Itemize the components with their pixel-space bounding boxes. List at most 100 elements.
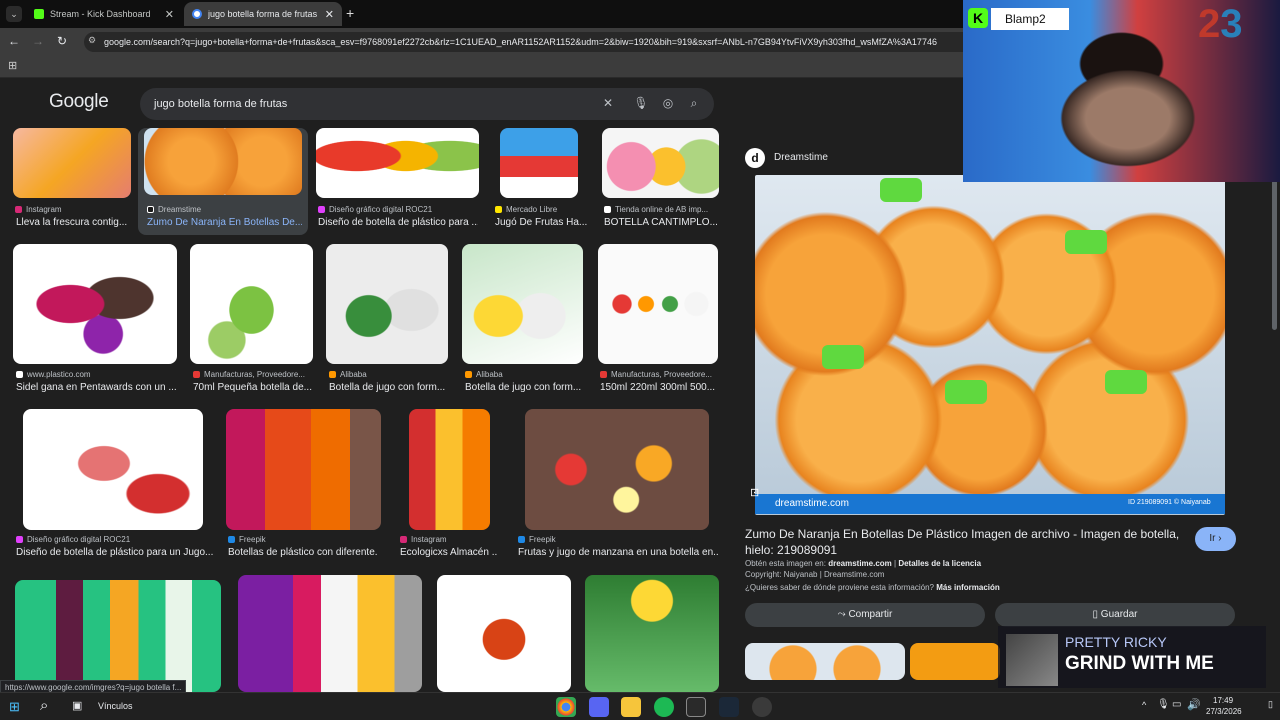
windows-taskbar: ⊞ ⌕ ▣ Vínculos ^ 🎙 ▭ 🔊 17:49 27/3/2026 ▯ [0,692,1280,720]
search-icon[interactable]: ⌕ [686,96,702,111]
result-image[interactable] [144,128,302,195]
url-field[interactable]: google.com/search?q=jugo+botella+forma+d… [84,32,984,52]
result-image[interactable] [602,128,719,198]
dreamstime-favicon-icon: d [745,148,765,168]
share-button[interactable]: ⤳ Compartir [745,603,985,627]
back-icon[interactable]: ← [8,34,20,48]
panel-scrollbar[interactable] [1272,180,1277,330]
close-tab-icon[interactable]: ✕ [325,8,334,21]
result-image[interactable] [437,575,571,692]
taskbar-date[interactable]: 27/3/2026 [1206,707,1242,716]
related-image[interactable] [745,643,905,680]
watermark-text: dreamstime.com [775,498,849,509]
voice-search-icon[interactable]: 🎙 [633,96,649,110]
related-image[interactable] [910,643,1000,680]
lens-search-icon[interactable]: ◎ [660,96,676,110]
result-title[interactable]: Jugó De Frutas Ha... [495,217,590,228]
tab-search-icon[interactable]: ⌄ [6,6,22,22]
save-button[interactable]: ▯ Guardar [995,603,1235,627]
found-prefix: Obtén esta imagen en: [745,559,826,568]
streamer-name: Blamp2 [1005,12,1046,26]
steam-icon[interactable] [719,697,739,717]
reload-icon[interactable]: ↻ [57,34,67,48]
result-image[interactable] [598,244,718,364]
result-image[interactable] [238,575,422,692]
result-image[interactable] [525,409,709,530]
result-image[interactable] [326,244,448,364]
google-logo[interactable]: Google [49,91,109,113]
result-title[interactable]: Botella de jugo con form... [329,382,449,393]
search-icon[interactable]: ⌕ [40,697,48,714]
preview-title[interactable]: Zumo De Naranja En Botellas De Plástico … [745,526,1185,558]
lens-icon[interactable]: ⊡ [750,486,759,499]
result-title[interactable]: Botella de jugo con form... [465,382,585,393]
result-image[interactable] [190,244,313,364]
song-artist: PRETTY RICKY [1065,634,1167,650]
result-image[interactable] [13,128,131,198]
copyright-text: Copyright: Naiyanab | Dreamstime.com [745,570,885,579]
close-tab-icon[interactable]: ✕ [165,8,174,21]
result-title[interactable]: Botellas de plástico con diferente... [228,547,378,558]
result-title[interactable]: Ecologicxs Almacén ... [400,547,498,558]
apps-grid-icon[interactable]: ⊞ [8,59,17,72]
tab-google-search[interactable]: jugo botella forma de frutas - B ✕ [184,2,342,26]
more-info-line: ¿Quieres saber de dónde proviene esta in… [745,583,1000,592]
taskbar-time[interactable]: 17:49 [1213,696,1233,705]
source-question: ¿Quieres saber de dónde proviene esta in… [745,583,934,592]
result-image[interactable] [462,244,583,364]
result-title[interactable]: Lleva la frescura contig... [16,217,134,228]
song-title: GRIND WITH ME [1065,653,1214,674]
tab-kick-dashboard[interactable]: Stream - Kick Dashboard ✕ [26,2,182,26]
bottle-cap [945,380,987,404]
license-link[interactable]: Detalles de la licencia [898,559,981,568]
result-image[interactable] [226,409,381,530]
result-title[interactable]: Diseño de botella de plástico para ... [318,217,478,228]
result-image[interactable] [316,128,479,198]
network-icon[interactable]: ▭ [1172,699,1181,710]
clear-search-icon[interactable]: ✕ [600,96,616,110]
kick-logo-icon: K [968,8,988,28]
volume-icon[interactable]: 🔊 [1187,698,1201,711]
result-image[interactable] [409,409,490,530]
spotify-icon[interactable] [654,697,674,717]
result-source: Tienda online de AB imp... [604,205,719,214]
microphone-icon[interactable]: 🎙 [1157,699,1170,710]
windows-start-icon[interactable]: ⊞ [9,699,20,715]
result-title[interactable]: Zumo De Naranja En Botellas De... [147,217,302,228]
result-title[interactable]: 150ml 220ml 300ml 500... [600,382,718,393]
result-title[interactable]: Diseño de botella de plástico para un Ju… [16,547,216,558]
visit-button[interactable]: Ir › [1195,527,1236,551]
notification-icon[interactable]: ▯ [1268,699,1273,710]
search-input[interactable]: jugo botella forma de frutas [140,88,714,120]
file-explorer-icon[interactable] [621,697,641,717]
result-title[interactable]: 70ml Pequeña botella de... [193,382,313,393]
result-title[interactable]: Sidel gana en Pentawards con un ... [16,382,176,393]
tray-chevron-icon[interactable]: ^ [1142,700,1146,710]
preview-source-name[interactable]: Dreamstime [774,152,828,163]
result-source: Diseño gráfico digital ROC21 [318,205,478,214]
result-source: Instagram [15,205,133,214]
new-tab-icon[interactable]: + [346,5,354,21]
epic-games-icon[interactable] [686,697,706,717]
site-info-icon[interactable]: ⚙ [88,35,96,46]
more-info-link[interactable]: Más información [936,583,1000,592]
result-image[interactable] [500,128,578,198]
bookmark-icon: ▯ [1092,609,1099,620]
result-title[interactable]: Frutas y jugo de manzana en una botella … [518,547,718,558]
result-title[interactable]: BOTELLA CANTIMPLO... [604,217,719,228]
taskbar-search-label[interactable]: Vínculos [98,701,133,711]
discord-icon[interactable] [589,697,609,717]
bottle-cap [822,345,864,369]
chrome-icon[interactable] [556,697,576,717]
result-image[interactable] [13,244,177,364]
result-image[interactable] [15,580,221,692]
obs-icon[interactable] [752,697,772,717]
result-image[interactable] [23,409,203,530]
image-id-text: ID 219089091 © Naiyanab [1128,499,1211,506]
forward-icon[interactable]: → [32,34,44,48]
chevron-right-icon: › [1218,533,1222,544]
found-site-link[interactable]: dreamstime.com [828,559,892,568]
result-image[interactable] [585,575,719,692]
result-source: Freepik [518,535,708,544]
task-view-icon[interactable]: ▣ [72,699,82,712]
